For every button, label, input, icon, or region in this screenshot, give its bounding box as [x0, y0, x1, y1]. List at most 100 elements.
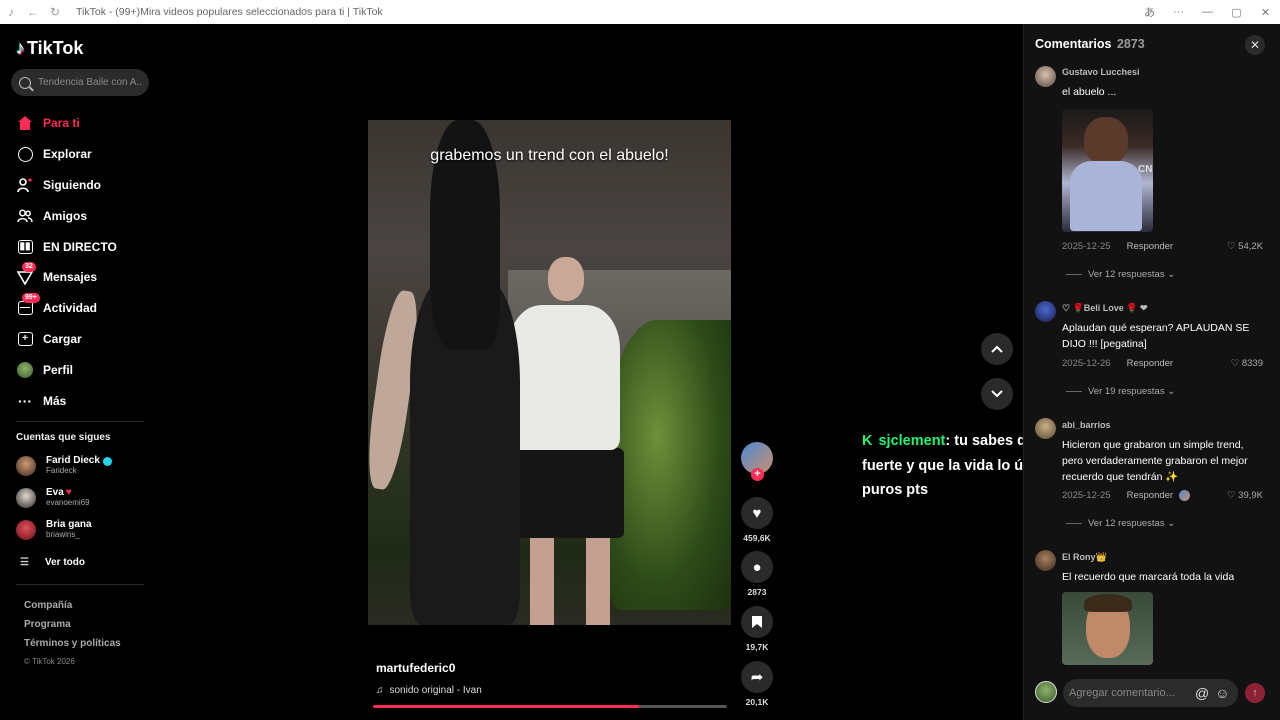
view-replies-button[interactable]: Ver 12 respuestas ⌄	[1066, 518, 1175, 529]
comment-action[interactable]: ● 2873	[741, 551, 773, 597]
reply-button[interactable]: Responder	[1127, 490, 1173, 501]
avatar	[16, 456, 36, 476]
video-progress-fill	[373, 705, 639, 708]
comments-header: Comentarios 2873	[1035, 37, 1145, 51]
divider-line	[1066, 274, 1082, 275]
comment-user[interactable]: El Rony👑	[1062, 552, 1107, 563]
sidebar-divider	[16, 584, 144, 585]
comment-input[interactable]	[1069, 687, 1189, 699]
translate-icon[interactable]: あ	[1135, 4, 1164, 20]
nav-en-directo[interactable]: ▮▮ EN DIRECTO	[16, 231, 117, 262]
comment-meta: 2025-12-26 Responder ♡ 8339	[1062, 358, 1263, 369]
avatar	[16, 488, 36, 508]
menu-dots-icon[interactable]: ···	[1164, 6, 1193, 18]
close-window-icon[interactable]: ✕	[1251, 6, 1280, 19]
share-action[interactable]: ➦ 20,1K	[741, 661, 773, 707]
bookmark-icon[interactable]	[741, 606, 773, 638]
arrow-up-icon: ↑	[1252, 687, 1258, 699]
tiktok-logo[interactable]: ♪ TikTok	[16, 38, 83, 59]
avatar[interactable]	[1035, 550, 1056, 571]
comment-text: Hicieron que grabaron un simple trend, p…	[1062, 439, 1248, 483]
following-item[interactable]: Bria gana briawins_	[16, 520, 92, 540]
view-replies-button[interactable]: Ver 12 respuestas ⌄	[1066, 269, 1175, 280]
footer-links: Compañía Programa Términos y políticas ©…	[24, 600, 121, 676]
nav-para-ti[interactable]: Para ti	[16, 108, 117, 139]
creator-avatar[interactable]: +	[741, 442, 773, 481]
previous-video-button[interactable]	[981, 333, 1013, 365]
following-section-title: Cuentas que sigues	[16, 432, 111, 443]
reply-button[interactable]: Responder	[1127, 358, 1173, 369]
video-sound[interactable]: ♫ sonido original - Ivan	[376, 685, 482, 696]
nav-siguiendo[interactable]: Siguiendo	[16, 170, 117, 201]
like-action[interactable]: ♥ 459,6K	[741, 497, 773, 543]
save-count: 19,7K	[745, 642, 769, 652]
emoji-icon[interactable]: ☺	[1215, 685, 1229, 701]
share-icon[interactable]: ➦	[741, 661, 773, 693]
back-icon[interactable]: ←	[22, 0, 44, 24]
browser-bar: ♪ ← ↻ TikTok - (99+)Mira videos populare…	[0, 0, 1280, 24]
nav-mas[interactable]: ··· Más	[16, 385, 117, 416]
following-item[interactable]: Eva ♥ evanoemi69	[16, 488, 90, 508]
video-author[interactable]: martufederic0	[376, 661, 455, 675]
save-action[interactable]: 19,7K	[741, 606, 773, 652]
share-count: 20,1K	[745, 697, 769, 707]
close-comments-button[interactable]: ✕	[1245, 35, 1265, 55]
nav-amigos[interactable]: Amigos	[16, 200, 117, 231]
search-bar[interactable]	[11, 69, 149, 96]
next-video-button[interactable]	[981, 378, 1013, 410]
send-button[interactable]: ↑	[1245, 683, 1265, 703]
comment-icon[interactable]: ●	[741, 551, 773, 583]
comment-text: Aplaudan qué esperan? APLAUDAN SE DIJO !…	[1062, 322, 1250, 350]
footer-link[interactable]: Compañía	[24, 600, 121, 619]
nav-explorar[interactable]: Explorar	[16, 139, 117, 170]
nav-actividad[interactable]: — 99+ Actividad	[16, 293, 117, 324]
home-icon	[16, 114, 34, 132]
nav-mensajes[interactable]: 32 Mensajes	[16, 262, 117, 293]
see-all-link[interactable]: ☰ Ver todo	[20, 557, 85, 568]
chevron-down-icon: ⌄	[1167, 386, 1176, 397]
reply-button[interactable]: Responder	[1127, 241, 1173, 252]
video-plants	[608, 320, 731, 610]
maximize-icon[interactable]: ▢	[1222, 6, 1251, 19]
sidebar-divider	[16, 421, 144, 422]
kick-logo-icon: K	[862, 433, 873, 449]
window-title: TikTok - (99+)Mira videos populares sele…	[76, 6, 383, 18]
video-figure	[508, 305, 620, 450]
comment-sticker	[1062, 592, 1153, 665]
nav-cargar[interactable]: + Cargar	[16, 324, 117, 355]
comment-sticker: CN	[1062, 109, 1153, 232]
minimize-icon[interactable]: —	[1193, 6, 1222, 18]
footer-link[interactable]: Términos y políticas	[24, 638, 121, 657]
comment-like[interactable]: ♡ 8339	[1231, 358, 1263, 369]
nav-perfil[interactable]: Perfil	[16, 354, 117, 385]
heart-icon[interactable]: ♥	[741, 497, 773, 529]
view-replies-button[interactable]: Ver 19 respuestas ⌄	[1066, 386, 1175, 397]
reload-icon[interactable]: ↻	[44, 0, 66, 24]
avatar[interactable]	[1035, 301, 1056, 322]
avatar	[16, 520, 36, 540]
video-figure	[548, 257, 584, 301]
main-nav: Para ti Explorar Siguiendo Amigos ▮▮ EN …	[16, 108, 117, 416]
comment-user[interactable]: Gustavo Lucchesi	[1062, 67, 1140, 77]
footer-link[interactable]: Programa	[24, 619, 121, 638]
search-input[interactable]	[38, 77, 143, 88]
comment-like[interactable]: ♡ 39,9K	[1227, 490, 1263, 501]
avatar[interactable]	[1035, 418, 1056, 439]
comment-user[interactable]: abi_barrios	[1062, 420, 1111, 430]
verified-icon	[102, 456, 112, 466]
video-player[interactable]: grabemos un trend con el abuelo!	[368, 120, 731, 625]
comment-input-box[interactable]: @ ☺	[1063, 679, 1238, 707]
comment-like[interactable]: ♡ 54,2K	[1227, 241, 1263, 252]
video-figure	[514, 448, 624, 538]
comment-text: El recuerdo que marcará toda la vida	[1062, 571, 1235, 583]
tiktok-favicon: ♪	[8, 5, 14, 19]
video-figure	[530, 536, 610, 625]
following-item[interactable]: Farid Dieck Farideck	[16, 456, 112, 476]
follow-plus-icon[interactable]: +	[751, 468, 764, 481]
divider-line	[1066, 523, 1082, 524]
mention-icon[interactable]: @	[1195, 685, 1209, 701]
video-progress-bar[interactable]	[373, 705, 727, 708]
friends-icon	[16, 207, 34, 225]
comment-user[interactable]: ♡ 🌹Beli Love 🌹 ❤	[1062, 303, 1148, 314]
avatar[interactable]	[1035, 66, 1056, 87]
